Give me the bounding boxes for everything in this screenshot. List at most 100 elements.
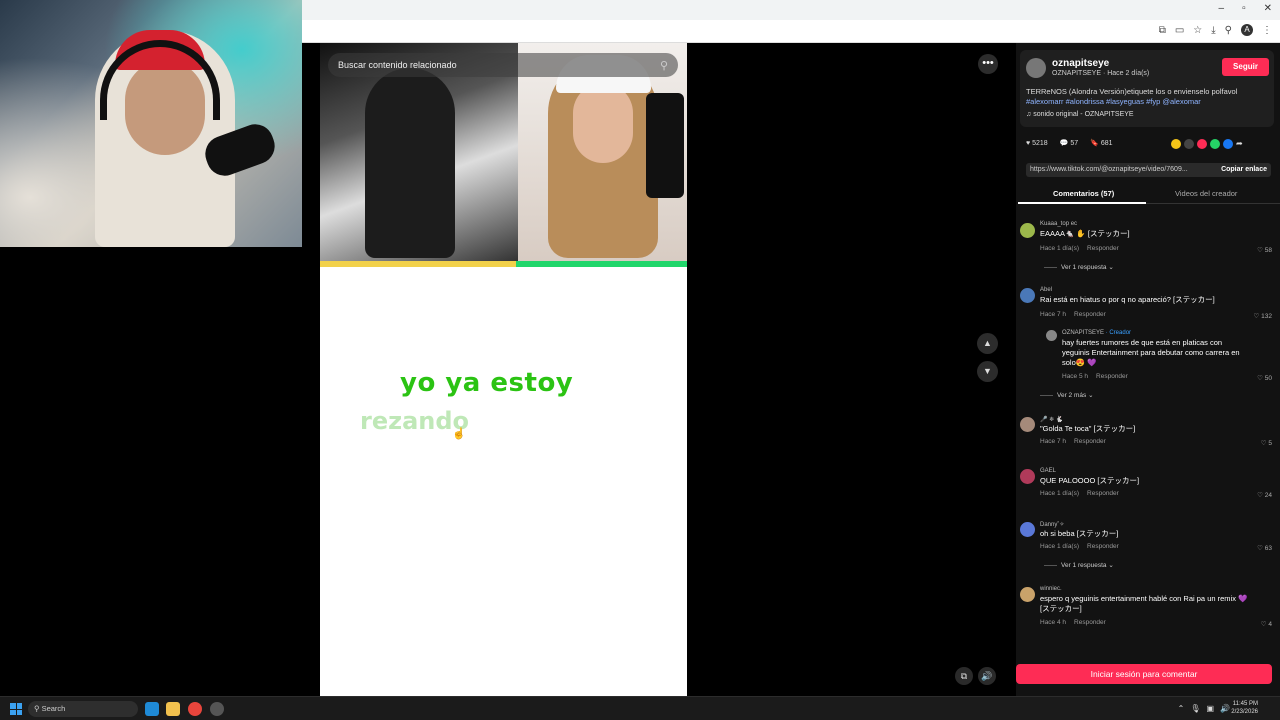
reply-link[interactable]: Responder xyxy=(1074,619,1106,626)
file-explorer-icon[interactable] xyxy=(166,702,180,716)
share-friends-icon[interactable] xyxy=(1171,139,1181,149)
tab-creator-videos[interactable]: Videos del creador xyxy=(1175,189,1237,198)
reply-item: OZNAPITSEYE · Creador hay fuertes rumore… xyxy=(1042,330,1272,402)
comment-like[interactable]: ♡ 58 xyxy=(1257,246,1272,254)
commenter-avatar[interactable] xyxy=(1020,417,1035,432)
network-icon[interactable]: ▣ xyxy=(1206,704,1214,713)
reply-link[interactable]: Responder xyxy=(1087,245,1119,252)
taskbar-search[interactable]: ⚲ Search xyxy=(28,701,138,717)
profile-avatar[interactable]: A xyxy=(1241,24,1253,36)
commenter-name[interactable]: Kuaaa_top ec xyxy=(1040,221,1077,227)
mic-icon[interactable]: 🎙 xyxy=(1190,704,1200,713)
commenter-avatar[interactable] xyxy=(1046,330,1057,341)
save-button[interactable]: 🔖 681 xyxy=(1090,139,1112,147)
commenter-avatar[interactable] xyxy=(1020,522,1035,537)
commenter-avatar[interactable] xyxy=(1020,587,1035,602)
volume-button[interactable]: 🔊 xyxy=(978,667,996,685)
reply-link[interactable]: Responder xyxy=(1087,543,1119,550)
reply-link[interactable]: Responder xyxy=(1074,311,1106,318)
star-icon[interactable]: ☆ xyxy=(1193,25,1202,36)
chrome-icon[interactable] xyxy=(188,702,202,716)
comment-like[interactable]: ♡ 63 xyxy=(1257,544,1272,552)
start-button[interactable] xyxy=(10,703,22,715)
floating-player-button[interactable]: ⧉ xyxy=(955,667,973,685)
browser-toolbar: ⧉ ▭ ☆ ⤓ ⚲ A ⋮ xyxy=(302,20,1280,43)
chevron-up-icon[interactable]: ⌃ xyxy=(1178,704,1185,713)
post-info-card: oznapitseye OZNAPITSEYE · Hace 2 día(s) … xyxy=(1020,50,1274,127)
comment-like[interactable]: ♡ 5 xyxy=(1261,439,1272,447)
commenter-name[interactable]: winniec. xyxy=(1040,586,1062,592)
login-to-comment-button[interactable]: Iniciar sesión para comentar xyxy=(1016,664,1272,684)
tab-indicator xyxy=(1018,202,1146,204)
view-more-replies-link[interactable]: Ver 2 más ⌄ xyxy=(1040,391,1094,399)
creator-username[interactable]: oznapitseye xyxy=(1052,58,1109,69)
comment-like[interactable]: ♡ 50 xyxy=(1257,374,1272,382)
share-tiktok-icon[interactable] xyxy=(1197,139,1207,149)
share-arrow-icon[interactable]: ➦ xyxy=(1236,139,1246,149)
related-search-input[interactable]: Buscar contenido relacionado ⚲ xyxy=(328,53,678,77)
translate-icon[interactable]: ⧉ xyxy=(1159,25,1166,36)
prev-video-button[interactable]: ▲ xyxy=(977,333,998,354)
search-placeholder: Buscar contenido relacionado xyxy=(338,60,457,70)
like-button[interactable]: ♥ 5218 xyxy=(1026,140,1048,147)
video-link[interactable]: https://www.tiktok.com/@oznapitseye/vide… xyxy=(1030,166,1188,173)
obs-icon[interactable] xyxy=(210,702,224,716)
minimize-button[interactable]: – xyxy=(1219,3,1225,14)
comment-text: QUE PALOOOO [ステッカー] xyxy=(1040,476,1140,485)
reply-link[interactable]: Responder xyxy=(1087,490,1119,497)
tab-comments[interactable]: Comentarios (57) xyxy=(1053,189,1114,198)
figure-right-face xyxy=(573,83,633,163)
reply-link[interactable]: Responder xyxy=(1074,438,1106,445)
comment-like[interactable]: ♡ 132 xyxy=(1254,312,1273,320)
search-icon[interactable]: ⚲ xyxy=(660,59,668,72)
comment-item: GAEL QUE PALOOOO [ステッカー] Hace 1 día(s) Re… xyxy=(1020,468,1272,504)
commenter-name[interactable]: GAEL xyxy=(1040,468,1056,474)
comment-item: Danny˚✧ oh si beba [ステッカー] Hace 1 día(s)… xyxy=(1020,521,1272,577)
like-count: 5218 xyxy=(1032,139,1048,147)
comment-meta: Hace 1 día(s) Responder xyxy=(1040,543,1127,550)
engagement-stats: ♥ 5218 💬 57 🔖 681 xyxy=(1026,139,1113,148)
comment-like-count: 50 xyxy=(1264,375,1272,382)
video-player[interactable]: Buscar contenido relacionado ⚲ yo ya est… xyxy=(320,43,687,696)
commenter-avatar[interactable] xyxy=(1020,288,1035,303)
view-replies-link[interactable]: Ver 1 respuesta ⌄ xyxy=(1044,561,1114,569)
commenter-name[interactable]: OZNAPITSEYE · Creador xyxy=(1062,330,1131,336)
embed-icon[interactable] xyxy=(1184,139,1194,149)
commenter-name[interactable]: Abel xyxy=(1040,287,1052,293)
description-text: TERReNOS (Alondra Versión)etiquete los o… xyxy=(1026,87,1238,96)
next-video-button[interactable]: ▼ xyxy=(977,361,998,382)
comment-meta: Hace 1 día(s) Responder xyxy=(1040,490,1127,497)
comment-like[interactable]: ♡ 4 xyxy=(1261,620,1272,628)
view-replies-link[interactable]: Ver 1 respuesta ⌄ xyxy=(1044,263,1114,271)
close-button[interactable]: ✕ xyxy=(1264,3,1272,14)
copy-link-button[interactable]: Copiar enlace xyxy=(1221,163,1267,177)
commenter-avatar[interactable] xyxy=(1020,223,1035,238)
maximize-button[interactable]: ▫ xyxy=(1242,3,1246,14)
sound-row[interactable]: ♫ sonido original - OZNAPITSEYE xyxy=(1026,111,1134,118)
commenter-name[interactable]: Danny˚✧ xyxy=(1040,521,1064,528)
whatsapp-icon[interactable] xyxy=(1210,139,1220,149)
follow-button[interactable]: Seguir xyxy=(1222,58,1269,76)
taskbar-clock[interactable]: 11:45 PM 2/23/2026 xyxy=(1231,700,1258,716)
speaker-icon[interactable]: 🔊 xyxy=(1220,704,1230,713)
comment-meta: Hace 4 h Responder xyxy=(1040,619,1114,626)
facebook-icon[interactable] xyxy=(1223,139,1233,149)
comment-like-count: 132 xyxy=(1261,313,1272,320)
download-icon[interactable]: ⤓ xyxy=(1211,25,1215,36)
menu-icon[interactable]: ⋮ xyxy=(1262,25,1272,36)
comment-button[interactable]: 💬 57 xyxy=(1060,139,1078,147)
more-options-button[interactable]: ••• xyxy=(978,54,998,74)
system-tray: ⌃ 🎙 ▣ 🔊 xyxy=(1178,704,1230,713)
edge-icon[interactable] xyxy=(145,702,159,716)
hashtags[interactable]: #alexomarr #alondrissa #lasyeguas #fyp @… xyxy=(1026,97,1201,106)
cast-icon[interactable]: ▭ xyxy=(1175,25,1184,36)
comment-like[interactable]: ♡ 24 xyxy=(1257,491,1272,499)
reply-link[interactable]: Responder xyxy=(1096,373,1128,380)
reply-author: OZNAPITSEYE xyxy=(1062,330,1105,336)
commenter-avatar[interactable] xyxy=(1020,469,1035,484)
extension-icon[interactable]: ⚲ xyxy=(1225,25,1232,36)
comment-text: espero q yeguinis entertainment hablé co… xyxy=(1040,594,1248,613)
commenter-name[interactable]: 🎤 ❄ 🐇 xyxy=(1040,416,1063,423)
creator-avatar[interactable] xyxy=(1026,58,1046,78)
webcam-overlay xyxy=(0,0,302,247)
